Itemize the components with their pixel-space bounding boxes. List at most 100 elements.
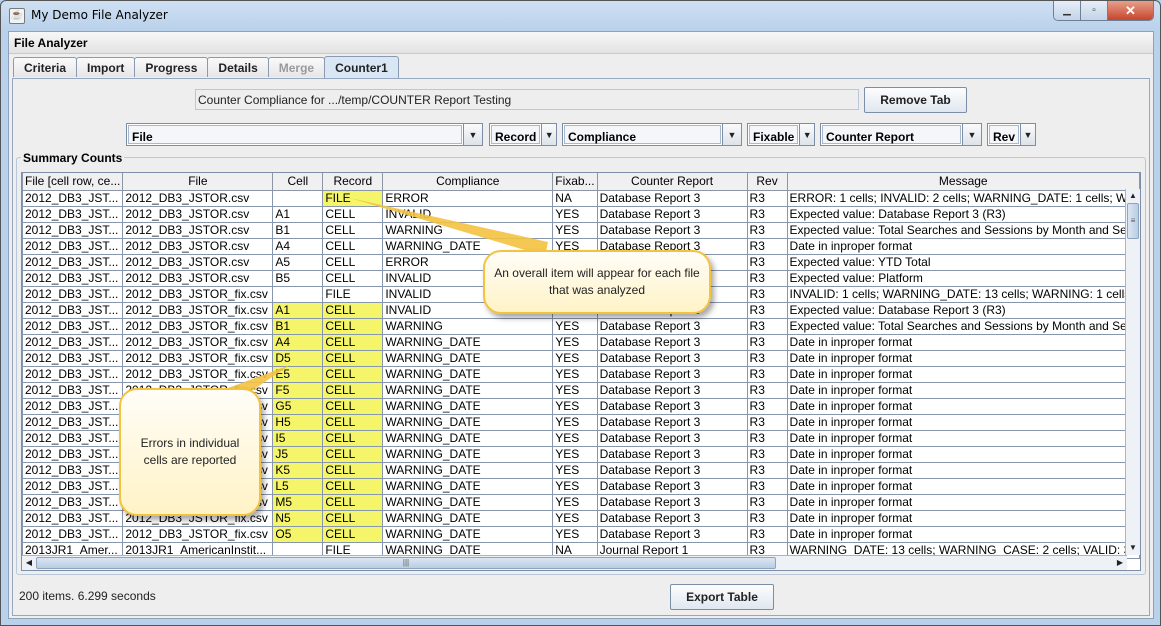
table-cell: O5 <box>272 525 324 543</box>
table-cell: CELL <box>322 237 384 255</box>
table-cell: E5 <box>272 365 324 383</box>
column-header[interactable]: Fixab... <box>552 173 598 191</box>
table-cell: 2012_DB3_JSTOR.csv <box>122 237 274 255</box>
compliance-filter-select[interactable]: Compliance ▼ <box>562 123 742 146</box>
chevron-down-icon[interactable]: ▼ <box>541 124 556 145</box>
table-cell: Database Report 3 <box>596 413 748 431</box>
table-cell: Date in inproper format <box>786 525 1140 543</box>
rev-filter-select[interactable]: Rev ▼ <box>987 123 1036 146</box>
close-icon: ✕ <box>1125 2 1136 18</box>
title-bar[interactable]: ☕ My Demo File Analyzer ▁ ▫ ✕ <box>1 1 1160 31</box>
column-header[interactable]: File <box>122 173 274 191</box>
table-cell: YES <box>552 221 598 239</box>
table-cell: Date in inproper format <box>786 365 1140 383</box>
table-cell: R3 <box>746 509 788 527</box>
table-cell: Database Report 3 <box>596 205 748 223</box>
table-cell: Expected value: Platform <box>786 269 1140 287</box>
chevron-down-icon[interactable]: ▼ <box>1020 124 1035 145</box>
record-filter-select[interactable]: Record ▼ <box>489 123 557 146</box>
table-row[interactable]: 2012_DB3_JST... 2012_DB3_JSTOR.csv B1 CELL W… <box>22 221 1140 239</box>
scroll-left-icon[interactable]: ◀ <box>22 556 36 570</box>
counter-report-filter-select[interactable]: Counter Report ▼ <box>820 123 982 146</box>
table-cell: YES <box>552 397 598 415</box>
column-header[interactable]: Record <box>322 173 384 191</box>
scroll-down-icon[interactable]: ▼ <box>1126 541 1140 555</box>
horizontal-scroll-thumb[interactable]: ||| <box>36 557 776 569</box>
vertical-scroll-thumb[interactable]: ≡ <box>1127 203 1139 239</box>
scroll-right-icon[interactable]: ▶ <box>1113 556 1127 570</box>
chevron-down-icon[interactable]: ▼ <box>962 124 981 145</box>
column-header[interactable]: Counter Report <box>596 173 748 191</box>
table-row[interactable]: 2012_DB3_JST... 2012_DB3_JSTOR.csv A1 CELL I… <box>22 205 1140 223</box>
chevron-down-icon[interactable]: ▼ <box>722 124 741 145</box>
table-cell: NA <box>552 189 598 207</box>
table-cell: CELL <box>322 381 384 399</box>
close-button[interactable]: ✕ <box>1108 1 1153 20</box>
column-header[interactable]: Compliance <box>382 173 554 191</box>
table-cell: Database Report 3 <box>596 189 748 207</box>
export-table-button[interactable]: Export Table <box>670 584 774 610</box>
table-cell: YES <box>552 445 598 463</box>
table-cell: R3 <box>746 301 788 319</box>
table-cell: 2012_DB3_JST... <box>22 413 124 431</box>
table-row[interactable]: 2012_DB3_JST... 2012_DB3_JSTOR_fix.csv A4 C… <box>22 333 1140 351</box>
status-summary: 200 items. 6.299 seconds <box>19 589 156 603</box>
minimize-button[interactable]: ▁ <box>1054 1 1081 20</box>
table-cell: YES <box>552 365 598 383</box>
tab-criteria[interactable]: Criteria <box>13 57 78 77</box>
table-cell: ERROR: 1 cells; INVALID: 2 cells; WARNIN… <box>786 189 1140 207</box>
column-header[interactable]: Rev <box>746 173 788 191</box>
tab-progress[interactable]: Progress <box>134 57 209 77</box>
table-cell: R3 <box>746 461 788 479</box>
table-row[interactable]: 2012_DB3_JST... 2012_DB3_JSTOR_fix.csv D5 C… <box>22 349 1140 367</box>
table-cell: Database Report 3 <box>596 397 748 415</box>
remove-tab-button[interactable]: Remove Tab <box>864 87 967 113</box>
counter-report-filter-value: Counter Report <box>822 125 961 144</box>
table-cell: R3 <box>746 285 788 303</box>
column-header[interactable]: Message <box>786 173 1140 191</box>
table-cell: 2012_DB3_JST... <box>22 269 124 287</box>
table-cell: H5 <box>272 413 324 431</box>
table-cell: CELL <box>322 477 384 495</box>
chevron-down-icon[interactable]: ▼ <box>463 124 482 145</box>
scroll-up-icon[interactable]: ▲ <box>1126 189 1140 203</box>
file-filter-select[interactable]: File ▼ <box>126 123 483 146</box>
table-cell: 2012_DB3_JSTOR_fix.csv <box>122 301 274 319</box>
table-cell: R3 <box>746 413 788 431</box>
maximize-button[interactable]: ▫ <box>1081 1 1108 20</box>
table-cell: YES <box>552 429 598 447</box>
table-cell: WARNING_DATE <box>382 429 554 447</box>
table-cell: R3 <box>746 477 788 495</box>
table-cell: R3 <box>746 189 788 207</box>
table-cell: 2012_DB3_JST... <box>22 205 124 223</box>
vertical-scrollbar[interactable]: ▲ ≡ ▼ <box>1125 189 1140 555</box>
table-cell: YES <box>552 349 598 367</box>
table-cell <box>272 189 324 207</box>
table-cell: WARNING_DATE <box>382 365 554 383</box>
table-cell: YES <box>552 333 598 351</box>
tab-counter1[interactable]: Counter1 <box>324 56 399 78</box>
table-row[interactable]: 2012_DB3_JST... 2012_DB3_JSTOR.csv FILE ERR… <box>22 189 1140 207</box>
table-cell: Database Report 3 <box>596 525 748 543</box>
column-header[interactable]: Cell <box>272 173 324 191</box>
table-cell: R3 <box>746 253 788 271</box>
table-row[interactable]: 2012_DB3_JST... 2012_DB3_JSTOR_fix.csv O5 C… <box>22 525 1140 543</box>
tab-details[interactable]: Details <box>207 57 269 77</box>
table-cell: WARNING_DATE <box>382 413 554 431</box>
table-cell: 2012_DB3_JST... <box>22 221 124 239</box>
table-cell: 2012_DB3_JST... <box>22 397 124 415</box>
rev-filter-value: Rev <box>989 125 1020 144</box>
table-row[interactable]: 2012_DB3_JST... 2012_DB3_JSTOR_fix.csv E5 C… <box>22 365 1140 383</box>
chevron-down-icon[interactable]: ▼ <box>799 124 814 145</box>
callout-cell-errors: Errors in individual cells are reported <box>119 388 261 516</box>
table-cell: YES <box>552 381 598 399</box>
table-cell: Date in inproper format <box>786 429 1140 447</box>
column-header[interactable]: File [cell row, ce... <box>22 173 124 191</box>
table-cell: 2012_DB3_JST... <box>22 333 124 351</box>
table-cell: 2012_DB3_JSTOR.csv <box>122 269 274 287</box>
tab-import[interactable]: Import <box>76 57 136 77</box>
fixable-filter-select[interactable]: Fixable ▼ <box>747 123 815 146</box>
horizontal-scrollbar[interactable]: ◀ ||| ▶ <box>22 555 1127 570</box>
table-cell: 2012_DB3_JST... <box>22 189 124 207</box>
table-row[interactable]: 2012_DB3_JST... 2012_DB3_JSTOR_fix.csv B1 C… <box>22 317 1140 335</box>
